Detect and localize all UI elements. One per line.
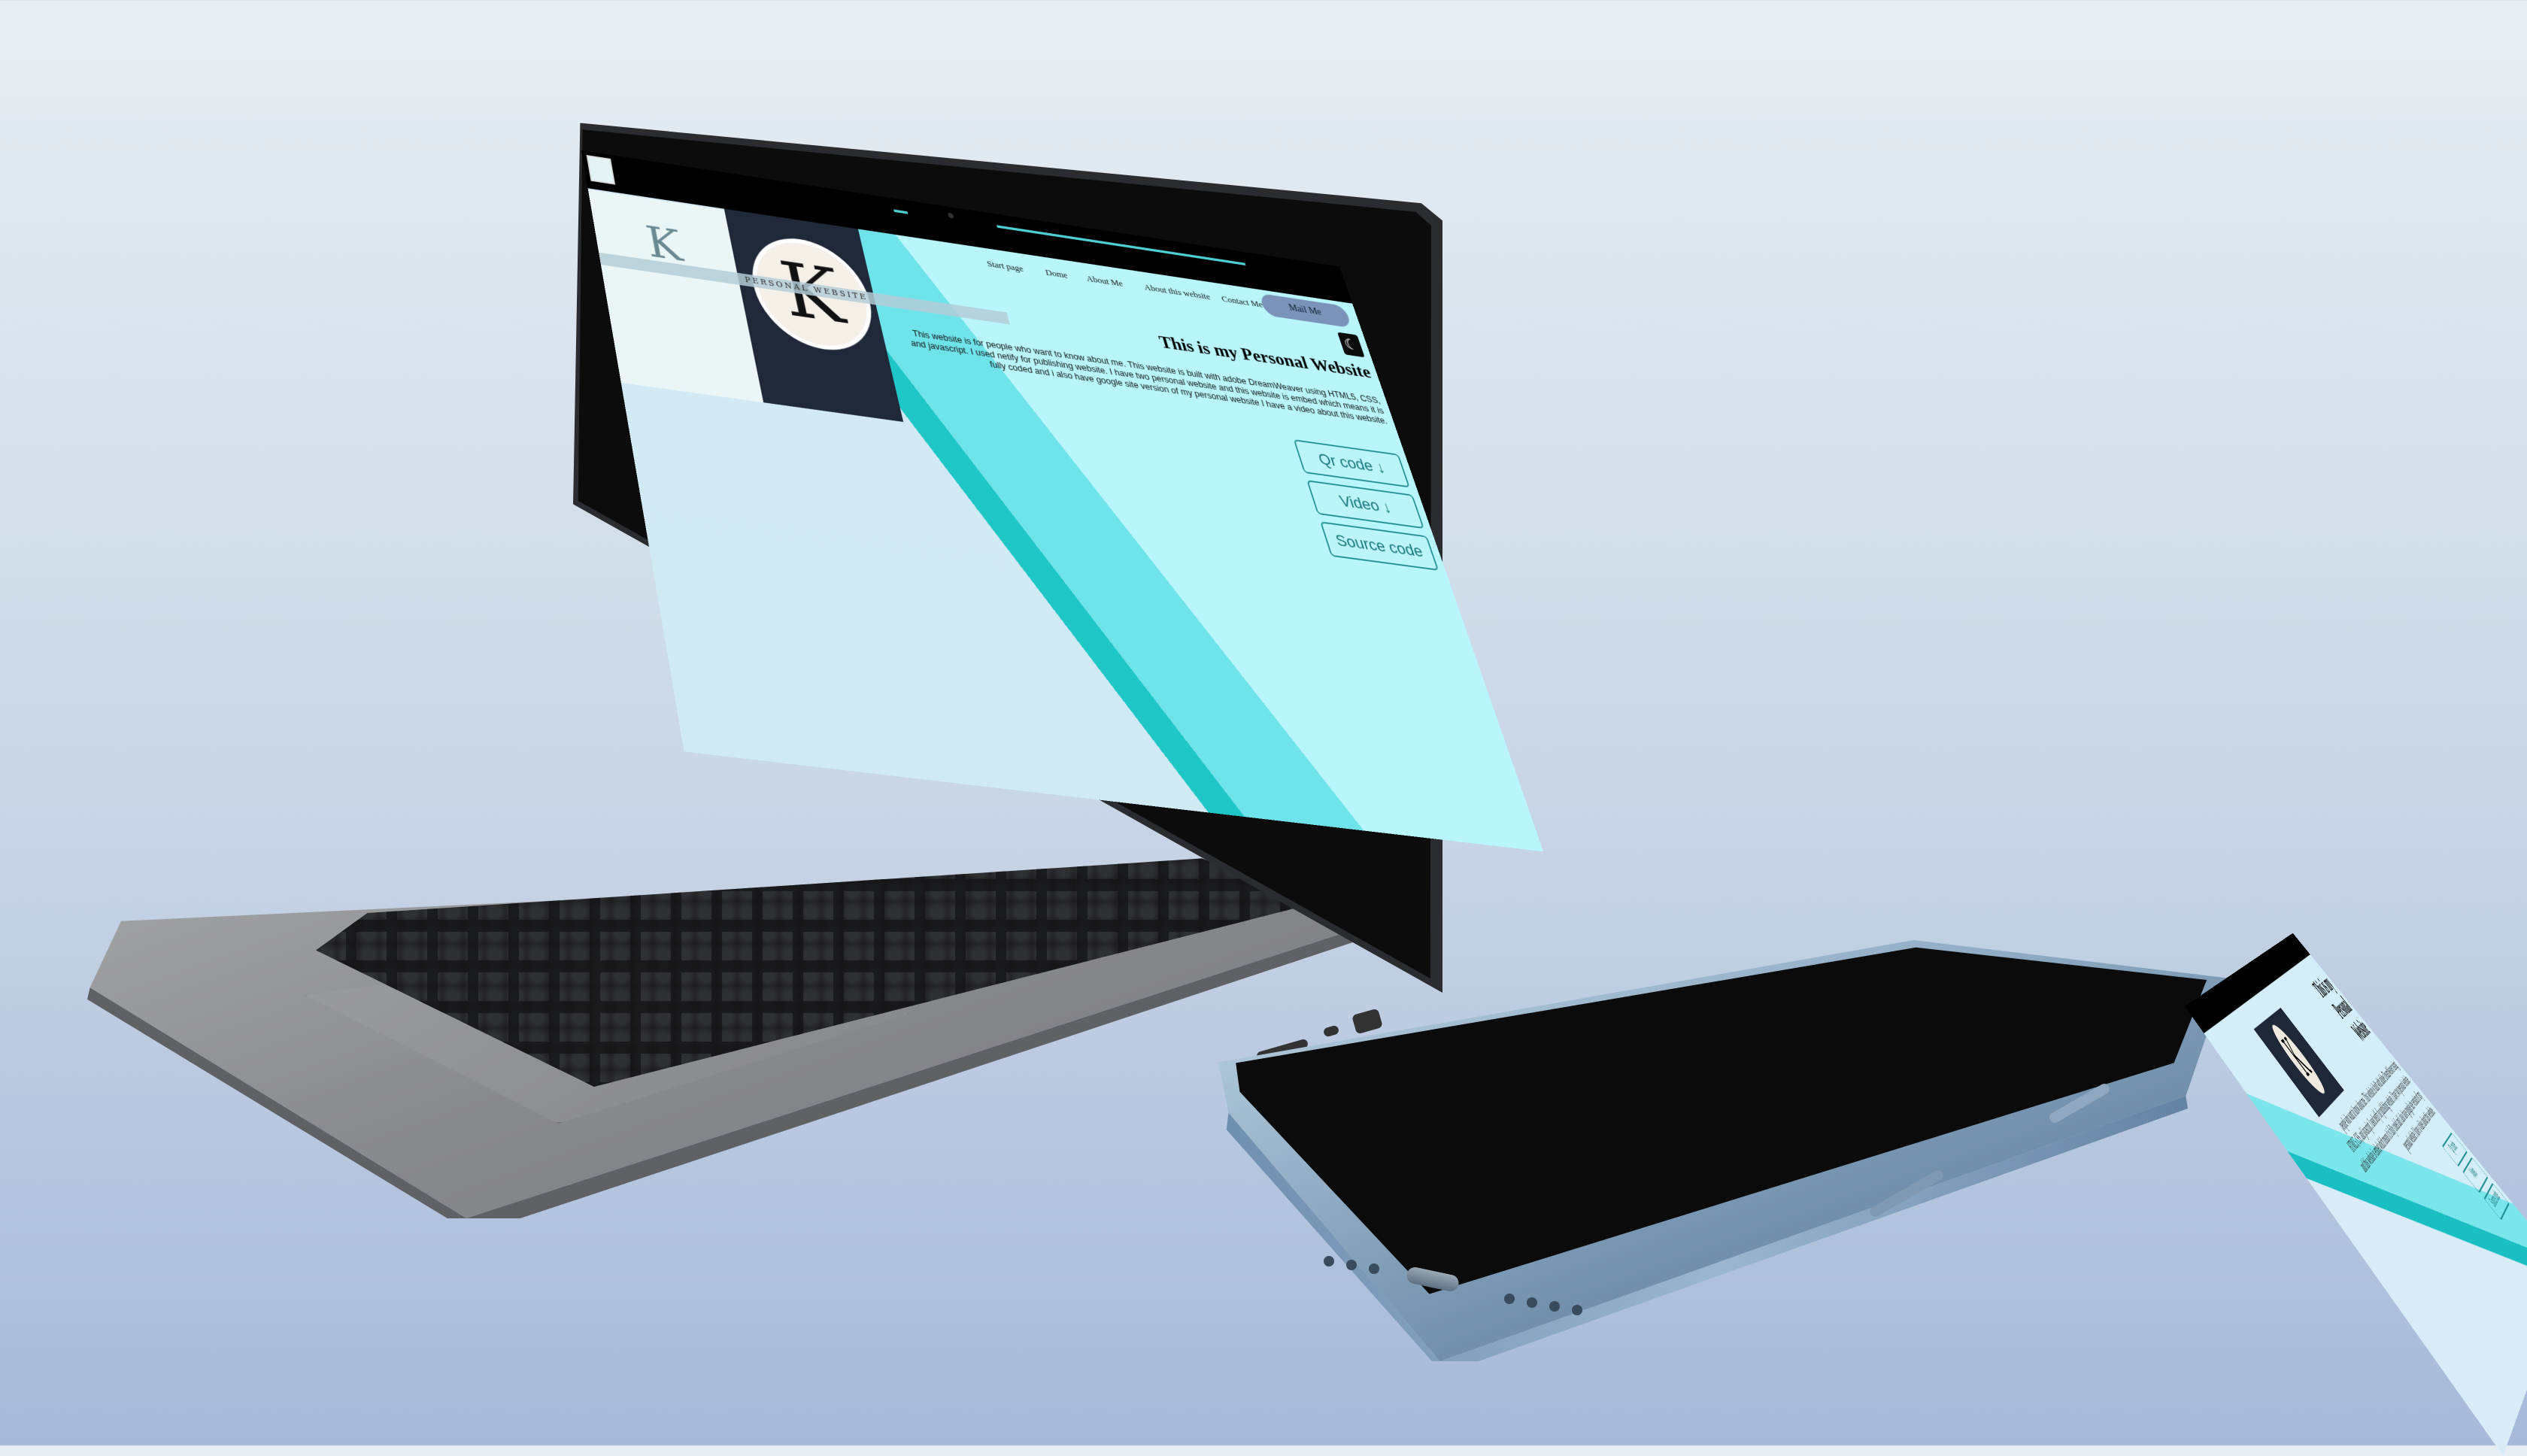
hdmi-port — [1351, 1009, 1383, 1035]
phone-screen: K This is my Personal Website people who… — [2185, 933, 2527, 1456]
phone-background-diagonal — [2185, 933, 2527, 1456]
usb-c-port — [1323, 1024, 1340, 1037]
speaker-hole — [1527, 1297, 1537, 1308]
speaker-hole — [1369, 1263, 1379, 1274]
speaker-hole — [1324, 1256, 1334, 1266]
speaker-hole — [1346, 1260, 1357, 1270]
speaker-hole — [1572, 1305, 1582, 1315]
camera-icon — [948, 213, 954, 219]
speaker-hole — [1504, 1294, 1515, 1304]
header-logo[interactable] — [587, 155, 616, 185]
speaker-hole — [1549, 1301, 1560, 1312]
